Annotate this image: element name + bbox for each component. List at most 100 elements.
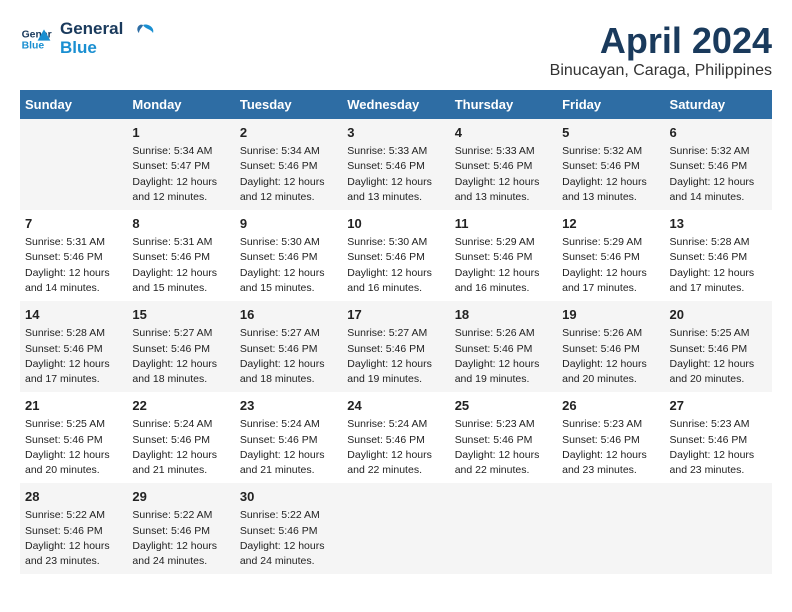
calendar-cell: 11 Sunrise: 5:29 AMSunset: 5:46 PMDayligh… [450, 210, 557, 301]
calendar-cell: 6 Sunrise: 5:32 AMSunset: 5:46 PMDaylight… [665, 119, 772, 210]
calendar-cell [450, 483, 557, 574]
day-number: 9 [240, 215, 337, 233]
calendar-cell: 13 Sunrise: 5:28 AMSunset: 5:46 PMDayligh… [665, 210, 772, 301]
calendar-cell: 1 Sunrise: 5:34 AMSunset: 5:47 PMDaylight… [127, 119, 234, 210]
calendar-cell: 10 Sunrise: 5:30 AMSunset: 5:46 PMDayligh… [342, 210, 449, 301]
calendar-cell [665, 483, 772, 574]
day-number: 27 [670, 397, 767, 415]
calendar-cell: 22Sunrise: 5:24 AMSunset: 5:46 PMDayligh… [127, 392, 234, 483]
day-info: Sunrise: 5:24 AMSunset: 5:46 PMDaylight:… [347, 417, 444, 478]
day-info: Sunrise: 5:28 AMSunset: 5:46 PMDaylight:… [670, 235, 767, 296]
week-row-1: 7 Sunrise: 5:31 AMSunset: 5:46 PMDaylight… [20, 210, 772, 301]
day-number: 1 [132, 124, 229, 142]
calendar-cell: 20 Sunrise: 5:25 AMSunset: 5:46 PMDayligh… [665, 301, 772, 392]
day-number: 10 [347, 215, 444, 233]
calendar-cell: 8Sunrise: 5:31 AMSunset: 5:46 PMDaylight… [127, 210, 234, 301]
day-number: 24 [347, 397, 444, 415]
calendar-cell: 18 Sunrise: 5:26 AMSunset: 5:46 PMDayligh… [450, 301, 557, 392]
day-info: Sunrise: 5:30 AMSunset: 5:46 PMDaylight:… [240, 235, 337, 296]
header-cell-saturday: Saturday [665, 90, 772, 119]
calendar-cell [20, 119, 127, 210]
calendar-cell: 4 Sunrise: 5:33 AMSunset: 5:46 PMDaylight… [450, 119, 557, 210]
calendar-cell: 14Sunrise: 5:28 AMSunset: 5:46 PMDayligh… [20, 301, 127, 392]
day-number: 11 [455, 215, 552, 233]
week-row-2: 14Sunrise: 5:28 AMSunset: 5:46 PMDayligh… [20, 301, 772, 392]
day-info: Sunrise: 5:22 AMSunset: 5:46 PMDaylight:… [132, 508, 229, 569]
day-number: 5 [562, 124, 659, 142]
day-info: Sunrise: 5:30 AMSunset: 5:46 PMDaylight:… [347, 235, 444, 296]
day-number: 17 [347, 306, 444, 324]
day-number: 18 [455, 306, 552, 324]
day-number: 21 [25, 397, 122, 415]
day-info: Sunrise: 5:22 AMSunset: 5:46 PMDaylight:… [240, 508, 337, 569]
day-info: Sunrise: 5:33 AMSunset: 5:46 PMDaylight:… [347, 144, 444, 205]
header: General Blue General Blue April 2024 Bin… [20, 20, 772, 80]
subtitle: Binucayan, Caraga, Philippines [550, 62, 772, 80]
logo-general: General [60, 20, 123, 39]
day-info: Sunrise: 5:26 AMSunset: 5:46 PMDaylight:… [455, 326, 552, 387]
day-number: 3 [347, 124, 444, 142]
svg-text:Blue: Blue [22, 40, 45, 51]
day-info: Sunrise: 5:31 AMSunset: 5:46 PMDaylight:… [25, 235, 122, 296]
day-info: Sunrise: 5:29 AMSunset: 5:46 PMDaylight:… [455, 235, 552, 296]
day-number: 13 [670, 215, 767, 233]
day-info: Sunrise: 5:23 AMSunset: 5:46 PMDaylight:… [455, 417, 552, 478]
calendar-cell: 25 Sunrise: 5:23 AMSunset: 5:46 PMDayligh… [450, 392, 557, 483]
calendar-cell: 9 Sunrise: 5:30 AMSunset: 5:46 PMDaylight… [235, 210, 342, 301]
day-info: Sunrise: 5:22 AMSunset: 5:46 PMDaylight:… [25, 508, 122, 569]
day-number: 6 [670, 124, 767, 142]
day-number: 30 [240, 488, 337, 506]
calendar-table: SundayMondayTuesdayWednesdayThursdayFrid… [20, 90, 772, 574]
calendar-cell: 26Sunrise: 5:23 AMSunset: 5:46 PMDayligh… [557, 392, 664, 483]
day-number: 29 [132, 488, 229, 506]
day-number: 23 [240, 397, 337, 415]
day-info: Sunrise: 5:34 AMSunset: 5:46 PMDaylight:… [240, 144, 337, 205]
day-number: 28 [25, 488, 122, 506]
day-info: Sunrise: 5:25 AMSunset: 5:46 PMDaylight:… [670, 326, 767, 387]
day-info: Sunrise: 5:23 AMSunset: 5:46 PMDaylight:… [670, 417, 767, 478]
day-number: 7 [25, 215, 122, 233]
header-cell-friday: Friday [557, 90, 664, 119]
week-row-0: 1 Sunrise: 5:34 AMSunset: 5:47 PMDaylight… [20, 119, 772, 210]
day-number: 15 [132, 306, 229, 324]
day-number: 26 [562, 397, 659, 415]
logo-bird-icon [129, 21, 157, 49]
day-info: Sunrise: 5:24 AMSunset: 5:46 PMDaylight:… [240, 417, 337, 478]
day-info: Sunrise: 5:27 AMSunset: 5:46 PMDaylight:… [240, 326, 337, 387]
calendar-cell: 27 Sunrise: 5:23 AMSunset: 5:46 PMDayligh… [665, 392, 772, 483]
day-info: Sunrise: 5:24 AMSunset: 5:46 PMDaylight:… [132, 417, 229, 478]
calendar-cell: 24 Sunrise: 5:24 AMSunset: 5:46 PMDayligh… [342, 392, 449, 483]
calendar-cell: 3 Sunrise: 5:33 AMSunset: 5:46 PMDaylight… [342, 119, 449, 210]
calendar-cell: 29 Sunrise: 5:22 AMSunset: 5:46 PMDayligh… [127, 483, 234, 574]
calendar-cell: 2 Sunrise: 5:34 AMSunset: 5:46 PMDaylight… [235, 119, 342, 210]
day-number: 20 [670, 306, 767, 324]
day-info: Sunrise: 5:27 AMSunset: 5:46 PMDaylight:… [347, 326, 444, 387]
calendar-cell: 21Sunrise: 5:25 AMSunset: 5:46 PMDayligh… [20, 392, 127, 483]
day-info: Sunrise: 5:33 AMSunset: 5:46 PMDaylight:… [455, 144, 552, 205]
title-section: April 2024 Binucayan, Caraga, Philippine… [550, 20, 772, 80]
header-cell-wednesday: Wednesday [342, 90, 449, 119]
day-number: 19 [562, 306, 659, 324]
main-title: April 2024 [550, 20, 772, 62]
day-info: Sunrise: 5:34 AMSunset: 5:47 PMDaylight:… [132, 144, 229, 205]
day-number: 25 [455, 397, 552, 415]
calendar-cell [342, 483, 449, 574]
day-info: Sunrise: 5:32 AMSunset: 5:46 PMDaylight:… [670, 144, 767, 205]
logo-icon: General Blue [20, 23, 52, 55]
calendar-cell: 15Sunrise: 5:27 AMSunset: 5:46 PMDayligh… [127, 301, 234, 392]
calendar-cell: 16 Sunrise: 5:27 AMSunset: 5:46 PMDayligh… [235, 301, 342, 392]
day-info: Sunrise: 5:29 AMSunset: 5:46 PMDaylight:… [562, 235, 659, 296]
calendar-cell: 28 Sunrise: 5:22 AMSunset: 5:46 PMDayligh… [20, 483, 127, 574]
week-row-3: 21Sunrise: 5:25 AMSunset: 5:46 PMDayligh… [20, 392, 772, 483]
header-row: SundayMondayTuesdayWednesdayThursdayFrid… [20, 90, 772, 119]
calendar-cell: 5Sunrise: 5:32 AMSunset: 5:46 PMDaylight… [557, 119, 664, 210]
day-number: 4 [455, 124, 552, 142]
calendar-cell: 19 Sunrise: 5:26 AMSunset: 5:46 PMDayligh… [557, 301, 664, 392]
day-number: 2 [240, 124, 337, 142]
calendar-cell [557, 483, 664, 574]
day-info: Sunrise: 5:26 AMSunset: 5:46 PMDaylight:… [562, 326, 659, 387]
header-cell-sunday: Sunday [20, 90, 127, 119]
day-number: 16 [240, 306, 337, 324]
day-info: Sunrise: 5:28 AMSunset: 5:46 PMDaylight:… [25, 326, 122, 387]
calendar-cell: 17 Sunrise: 5:27 AMSunset: 5:46 PMDayligh… [342, 301, 449, 392]
